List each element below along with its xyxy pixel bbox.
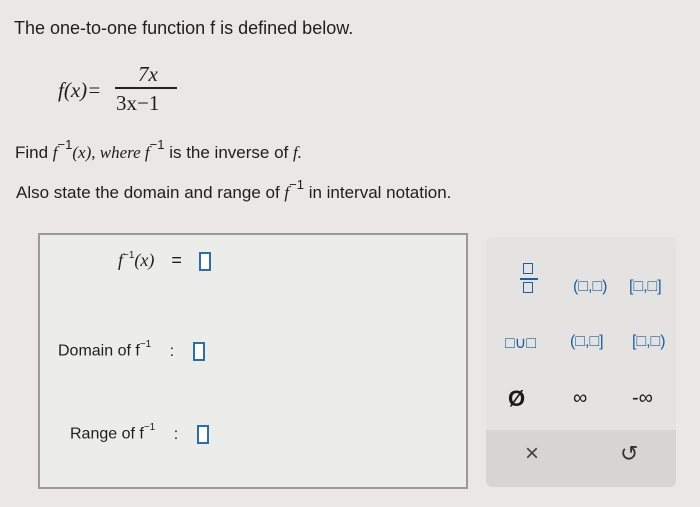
domain-range-instruction: Also state the domain and range of f−1 i… xyxy=(16,177,452,202)
closed-interval-button[interactable]: [□,□] xyxy=(629,278,662,296)
fraction-bar xyxy=(115,87,177,89)
fraction-denominator: 3x−1 xyxy=(116,91,160,115)
domain-input[interactable] xyxy=(192,342,205,361)
infinity-button[interactable]: ∞ xyxy=(573,387,587,410)
palette-action-bar xyxy=(486,430,676,487)
empty-set-button[interactable]: Ø xyxy=(508,386,525,412)
fraction-template-button[interactable] xyxy=(520,262,538,296)
find-instruction: Find f−1(x), where f−1 is the inverse of… xyxy=(15,137,302,162)
domain-row: Domain of f−1 : xyxy=(58,339,205,361)
answer-panel xyxy=(38,233,468,489)
function-lhs: f(x)= xyxy=(58,78,102,102)
open-interval-button[interactable]: (□,□) xyxy=(573,278,607,296)
inverse-function-row: f−1(x) = xyxy=(118,250,211,271)
question-line-1: The one-to-one function f is defined bel… xyxy=(14,18,354,38)
fraction-numerator: 7x xyxy=(138,62,158,86)
inverse-answer-input[interactable] xyxy=(198,251,211,271)
clear-button[interactable]: × xyxy=(525,440,539,468)
union-button[interactable]: □∪□ xyxy=(505,333,536,353)
left-open-interval-button[interactable]: (□,□] xyxy=(570,333,604,351)
undo-icon[interactable]: ↺ xyxy=(620,441,638,467)
range-row: Range of f−1 : xyxy=(70,422,209,444)
negative-infinity-button[interactable]: -∞ xyxy=(632,387,653,410)
right-open-interval-button[interactable]: [□,□) xyxy=(632,333,666,351)
range-input[interactable] xyxy=(196,425,209,444)
